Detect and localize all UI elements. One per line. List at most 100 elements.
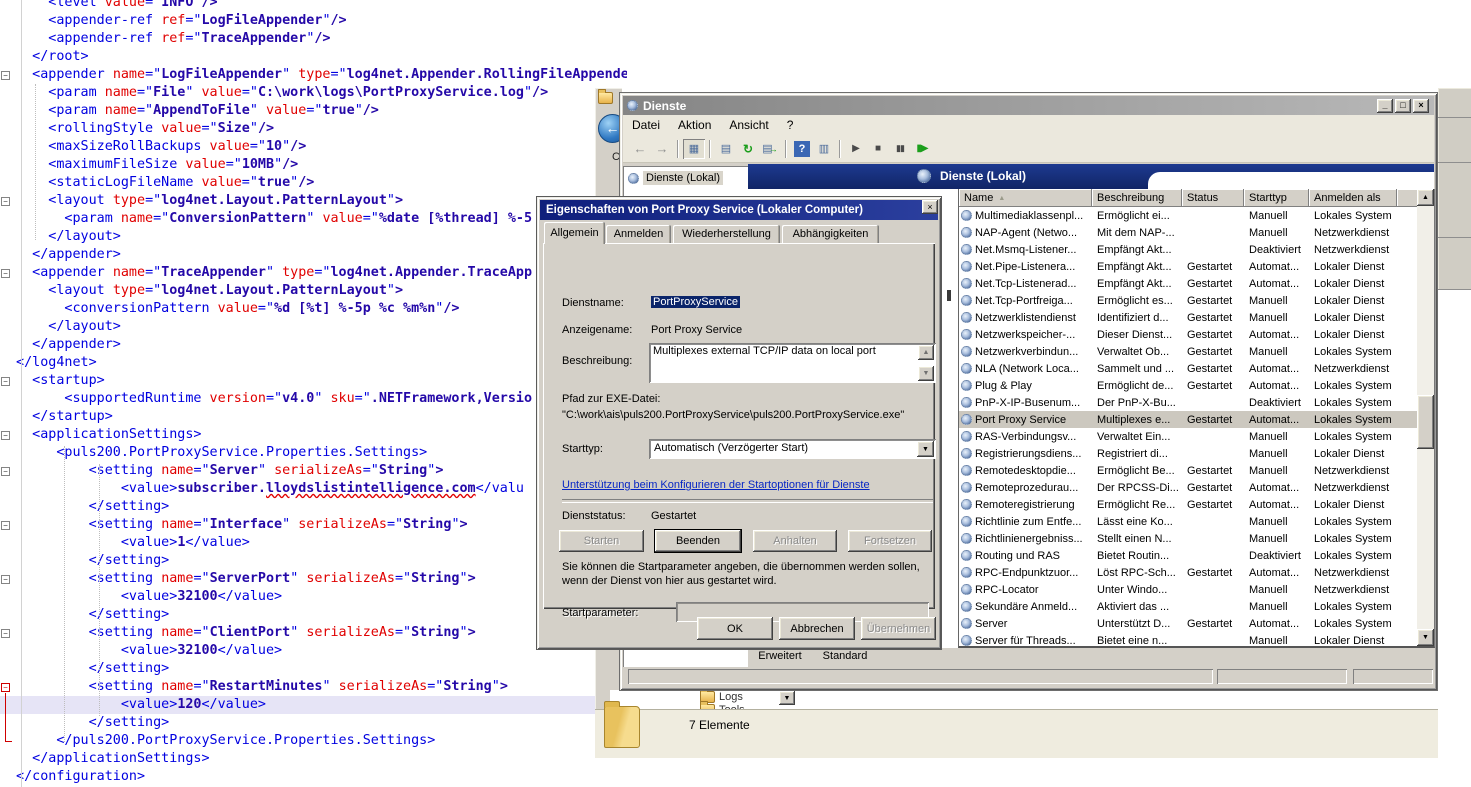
column-header-starttyp[interactable]: Starttyp bbox=[1244, 189, 1309, 207]
startup-options-help-link[interactable]: Unterstützung beim Konfigurieren der Sta… bbox=[562, 479, 870, 491]
scroll-thumb[interactable] bbox=[1417, 395, 1434, 449]
start-service-icon[interactable]: ▶ bbox=[845, 139, 867, 159]
anhalten-button: Anhalten bbox=[753, 530, 837, 552]
column-header-name[interactable]: Name▲ bbox=[959, 189, 1092, 207]
screen: <level value="INFO"/> <appender-ref ref=… bbox=[0, 0, 1471, 787]
display-name-label: Anzeigename: bbox=[562, 324, 632, 336]
close-icon[interactable]: × bbox=[922, 200, 938, 214]
service-status-label: Dienststatus: bbox=[562, 510, 626, 522]
stop-service-icon[interactable]: ■ bbox=[867, 139, 889, 159]
service-row[interactable]: Netzwerkspeicher-...Dieser Dienst...Gest… bbox=[959, 326, 1418, 343]
starten-button: Starten bbox=[559, 530, 644, 552]
service-row[interactable]: Sekundäre Anmeld...Aktiviert das ...Manu… bbox=[959, 598, 1418, 615]
service-gear-icon bbox=[961, 499, 972, 510]
service-row[interactable]: NLA (Network Loca...Sammelt und ...Gesta… bbox=[959, 360, 1418, 377]
show-console-tree-icon[interactable]: ▦ bbox=[683, 139, 705, 159]
service-row[interactable]: RPC-LocatorUnter Windo...ManuellNetzwerk… bbox=[959, 581, 1418, 598]
service-row[interactable]: Remoteprozedurau...Der RPCSS-Di...Gestar… bbox=[959, 479, 1418, 496]
export-list-icon[interactable]: ▤ bbox=[759, 139, 781, 159]
beenden-button[interactable]: Beenden bbox=[655, 530, 741, 552]
clipped-text: C bbox=[612, 151, 620, 163]
dialog-titlebar[interactable]: Eigenschaften von Port Proxy Service (Lo… bbox=[540, 200, 938, 220]
menu-item-datei[interactable]: Datei bbox=[623, 116, 669, 134]
tab-wiederherstellung[interactable]: Wiederherstellung bbox=[673, 225, 780, 244]
service-row[interactable]: Server für Threads...Bietet eine n...Man… bbox=[959, 632, 1418, 648]
service-row[interactable]: PnP-X-IP-Busenum...Der PnP-X-Bu...Deakti… bbox=[959, 394, 1418, 411]
tab-anmelden[interactable]: Anmelden bbox=[606, 225, 671, 244]
menu-item-ansicht[interactable]: Ansicht bbox=[720, 116, 777, 134]
scroll-up-button[interactable]: ▲ bbox=[918, 345, 934, 360]
help-icon[interactable]: ? bbox=[794, 141, 810, 157]
scroll-down-button[interactable]: ▼ bbox=[1417, 629, 1434, 646]
properties-dialog: Eigenschaften von Port Proxy Service (Lo… bbox=[537, 197, 941, 649]
services-icon bbox=[917, 169, 931, 183]
service-name-value[interactable]: PortProxyService bbox=[651, 296, 740, 308]
show-action-pane-icon[interactable]: ▥ bbox=[813, 139, 835, 159]
pause-service-icon[interactable]: ▮▮ bbox=[889, 139, 911, 159]
service-row[interactable]: NAP-Agent (Netwo...Mit dem NAP-...Manuel… bbox=[959, 224, 1418, 241]
tab-allgemein[interactable]: Allgemein bbox=[544, 222, 605, 244]
rounded-panel-corner bbox=[1148, 172, 1434, 189]
column-header-anmelden-als[interactable]: Anmelden als bbox=[1309, 189, 1397, 207]
column-header-beschreibung[interactable]: Beschreibung bbox=[1092, 189, 1182, 207]
start-type-select[interactable]: Automatisch (Verzögerter Start) ▼ bbox=[649, 439, 936, 459]
service-row[interactable]: Net.Msmq-Listener...Empfängt Akt...Deakt… bbox=[959, 241, 1418, 258]
service-row[interactable]: RemoteregistrierungErmöglicht Re...Gesta… bbox=[959, 496, 1418, 513]
minimize-button[interactable]: _ bbox=[1377, 99, 1393, 113]
service-row[interactable]: Richtlinienergebniss...Stellt einen N...… bbox=[959, 530, 1418, 547]
service-gear-icon bbox=[961, 431, 972, 442]
service-row[interactable]: Net.Tcp-Listenerad...Empfängt Akt...Gest… bbox=[959, 275, 1418, 292]
forward-icon[interactable]: → bbox=[651, 139, 673, 159]
service-name-label: Dienstname: bbox=[562, 297, 624, 309]
services-icon bbox=[627, 100, 638, 111]
column-header-status[interactable]: Status bbox=[1182, 189, 1244, 207]
abbrechen-button[interactable]: Abbrechen bbox=[779, 617, 855, 640]
statusbar bbox=[623, 668, 1434, 687]
maximize-button[interactable]: □ bbox=[1395, 99, 1411, 113]
folder-icon bbox=[598, 92, 613, 104]
view-tab-standard[interactable]: Standard bbox=[815, 648, 875, 665]
service-row[interactable]: Routing und RASBietet Routin...Deaktivie… bbox=[959, 547, 1418, 564]
refresh-icon[interactable]: ↻ bbox=[737, 139, 759, 159]
description-field[interactable]: Multiplexes external TCP/IP data on loca… bbox=[649, 343, 936, 383]
toolbar-separator bbox=[709, 140, 711, 158]
tree-collapse-button[interactable]: ▼ bbox=[779, 691, 795, 705]
service-row[interactable]: Multimediaklassenpl...Ermöglicht ei...Ma… bbox=[959, 207, 1418, 224]
menu-item-aktion[interactable]: Aktion bbox=[669, 116, 720, 134]
start-params-hint: Sie können die Startparameter angeben, d… bbox=[562, 561, 930, 573]
service-row[interactable]: RPC-Endpunktzuor...Löst RPC-Sch...Gestar… bbox=[959, 564, 1418, 581]
service-row[interactable]: Port Proxy ServiceMultiplexes e...Gestar… bbox=[959, 411, 1418, 428]
ok-button[interactable]: OK bbox=[697, 617, 773, 640]
status-panel bbox=[1353, 669, 1433, 684]
service-row[interactable]: RAS-Verbindungsv...Verwaltet Ein...Manue… bbox=[959, 428, 1418, 445]
service-row[interactable]: Remotedesktopdie...Ermöglicht Be...Gesta… bbox=[959, 462, 1418, 479]
service-row[interactable]: ServerUnterstützt D...GestartetAutomat..… bbox=[959, 615, 1418, 632]
properties-icon[interactable]: ▤ bbox=[715, 139, 737, 159]
service-gear-icon bbox=[961, 482, 972, 493]
list-scrollbar[interactable]: ▲ ▼ bbox=[1417, 189, 1434, 646]
toolbar-separator bbox=[839, 140, 841, 158]
service-row[interactable]: Net.Pipe-Listenera...Empfängt Akt...Gest… bbox=[959, 258, 1418, 275]
view-tab-erweitert[interactable]: Erweitert bbox=[748, 648, 812, 665]
close-button[interactable]: × bbox=[1413, 99, 1429, 113]
service-row[interactable]: Plug & PlayErmöglicht de...GestartetAuto… bbox=[959, 377, 1418, 394]
tab-page-allgemein: Dienstname: PortProxyService Anzeigename… bbox=[543, 243, 935, 609]
service-row[interactable]: Net.Tcp-Portfreiga...Ermöglicht es...Ges… bbox=[959, 292, 1418, 309]
service-row[interactable]: NetzwerklistendienstIdentifiziert d...Ge… bbox=[959, 309, 1418, 326]
scroll-up-button[interactable]: ▲ bbox=[1417, 189, 1434, 206]
tab-abhängigkeiten[interactable]: Abhängigkeiten bbox=[782, 225, 879, 244]
service-row[interactable]: Registrierungsdiens...Registriert di...M… bbox=[959, 445, 1418, 462]
service-gear-icon bbox=[961, 465, 972, 476]
service-row[interactable]: Richtlinie zum Entfe...Lässt eine Ko...M… bbox=[959, 513, 1418, 530]
chevron-down-icon[interactable]: ▼ bbox=[917, 441, 934, 457]
scroll-down-button[interactable]: ▼ bbox=[918, 366, 934, 381]
menu-item-?[interactable]: ? bbox=[778, 116, 803, 134]
exe-path-value: "C:\work\ais\puls200.PortProxyService\pu… bbox=[562, 409, 904, 421]
services-icon bbox=[628, 173, 639, 184]
restart-service-icon[interactable]: ▮▶ bbox=[911, 139, 933, 159]
window-titlebar[interactable]: Dienste _□× bbox=[623, 96, 1434, 115]
back-icon[interactable]: ← bbox=[629, 139, 651, 159]
tree-item-dienste-lokal[interactable]: Dienste (Lokal) bbox=[628, 171, 723, 185]
service-row[interactable]: Netzwerkverbindun...Verwaltet Ob...Gesta… bbox=[959, 343, 1418, 360]
background-panel bbox=[1438, 88, 1471, 290]
